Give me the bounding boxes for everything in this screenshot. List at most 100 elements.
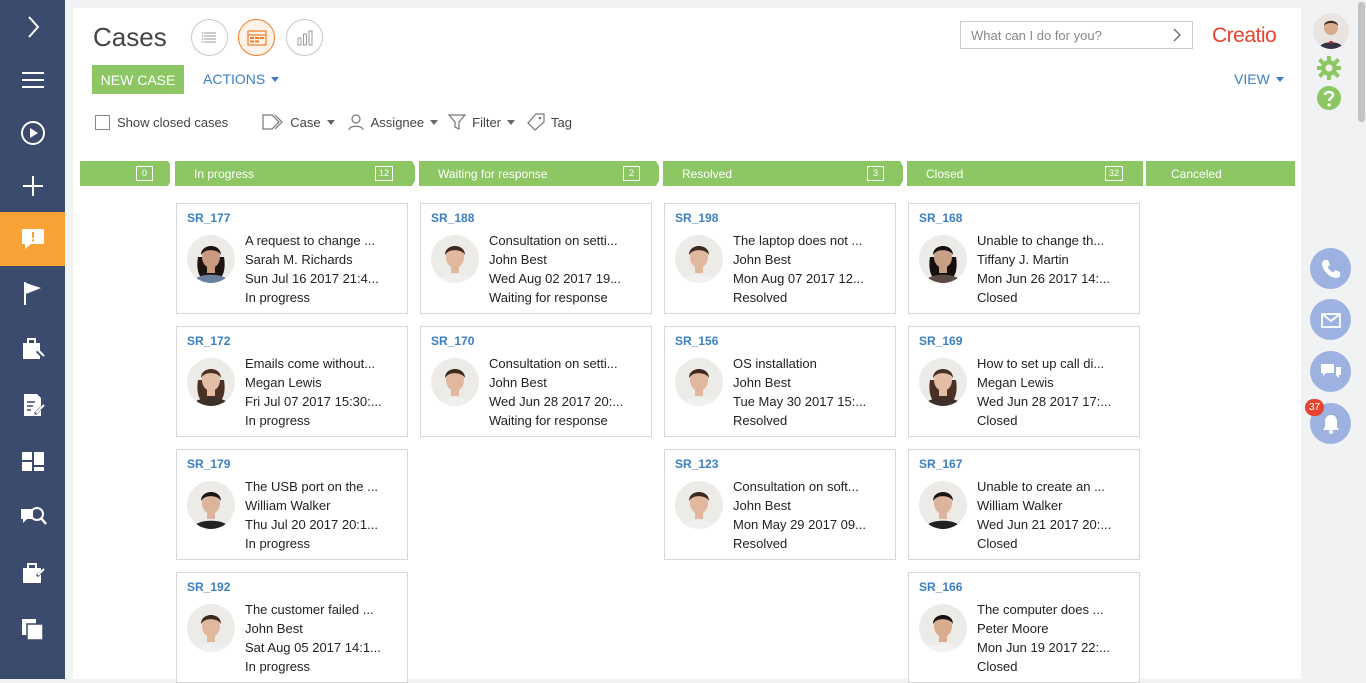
case-subject: The computer does ... xyxy=(977,602,1104,617)
analytics-view-button[interactable] xyxy=(286,19,323,56)
case-subject: The customer failed ... xyxy=(245,602,374,617)
case-card[interactable]: SR_179 The USB port on the ... William W… xyxy=(176,449,408,560)
case-card[interactable]: SR_177 A request to change ... Sarah M. … xyxy=(176,203,408,314)
show-closed-toggle[interactable]: Show closed cases xyxy=(95,114,228,130)
stage-name: Waiting for response xyxy=(438,167,548,181)
case-registration-date: Tue May 30 2017 15:... xyxy=(733,394,867,409)
case-number-link[interactable]: SR_123 xyxy=(675,457,718,471)
case-card[interactable]: SR_156 OS installation John Best Tue May… xyxy=(664,326,896,437)
view-label: VIEW xyxy=(1234,71,1270,87)
stage-new[interactable]: 0 xyxy=(80,161,170,186)
phone-button[interactable] xyxy=(1310,248,1351,289)
menu-button[interactable] xyxy=(0,53,65,107)
stage-in-progress[interactable]: In progress 12 xyxy=(175,161,415,186)
briefcase-icon xyxy=(22,563,46,583)
case-card[interactable]: SR_123 Consultation on soft... John Best… xyxy=(664,449,896,560)
notification-badge: 37 xyxy=(1305,399,1324,416)
case-card[interactable]: SR_167 Unable to create an ... William W… xyxy=(908,449,1140,560)
nav-documents[interactable] xyxy=(0,602,65,656)
user-icon xyxy=(348,114,364,131)
assignee-filter[interactable]: Assignee xyxy=(347,113,439,131)
process-button[interactable] xyxy=(0,106,65,160)
list-icon xyxy=(201,31,216,43)
list-view-button[interactable] xyxy=(191,19,228,56)
case-status: Resolved xyxy=(733,413,788,428)
email-button[interactable] xyxy=(1310,299,1351,340)
bell-icon xyxy=(1322,414,1339,434)
case-subject: Unable to change th... xyxy=(977,233,1105,248)
case-number-link[interactable]: SR_167 xyxy=(919,457,962,471)
actions-button[interactable]: ACTIONS xyxy=(203,71,280,87)
case-number-link[interactable]: SR_192 xyxy=(187,580,230,594)
chevron-right-icon[interactable] xyxy=(1171,27,1183,43)
contact-avatar xyxy=(919,235,967,283)
scrollbar-thumb[interactable] xyxy=(1358,2,1365,122)
bar-chart-icon xyxy=(297,30,312,45)
chat-button[interactable] xyxy=(1310,351,1351,392)
chevron-down-icon xyxy=(271,76,280,82)
gear-icon[interactable] xyxy=(1316,55,1342,81)
case-subject: Consultation on setti... xyxy=(489,356,618,371)
case-registration-date: Mon Jun 26 2017 14:... xyxy=(977,271,1110,286)
case-card[interactable]: SR_168 Unable to change th... Tiffany J.… xyxy=(908,203,1140,314)
case-number-link[interactable]: SR_188 xyxy=(431,211,474,225)
case-contact: John Best xyxy=(245,621,303,636)
case-card[interactable]: SR_198 The laptop does not ... John Best… xyxy=(664,203,896,314)
tag-button[interactable]: Tag xyxy=(527,113,572,131)
case-card[interactable]: SR_169 How to set up call di... Megan Le… xyxy=(908,326,1140,437)
contact-avatar xyxy=(187,604,235,652)
board-view-button[interactable] xyxy=(238,19,275,56)
case-status: Waiting for response xyxy=(489,413,608,428)
contact-avatar xyxy=(187,481,235,529)
case-contact: John Best xyxy=(733,498,791,513)
expand-nav-button[interactable] xyxy=(0,0,65,54)
case-number-link[interactable]: SR_198 xyxy=(675,211,718,225)
search-input[interactable] xyxy=(961,22,1161,48)
show-closed-checkbox[interactable] xyxy=(95,114,110,130)
case-subject: Emails come without... xyxy=(245,356,376,371)
knowledge-search-icon xyxy=(20,507,47,525)
tools-icon xyxy=(22,338,45,360)
stage-waiting-for-response[interactable]: Waiting for response 2 xyxy=(419,161,659,186)
tag-icon xyxy=(527,113,545,131)
nav-contracts[interactable] xyxy=(0,546,65,600)
nav-dashboards[interactable] xyxy=(0,434,65,488)
case-number-link[interactable]: SR_170 xyxy=(431,334,474,348)
nav-activities[interactable] xyxy=(0,266,65,320)
case-card[interactable]: SR_166 The computer does ... Peter Moore… xyxy=(908,572,1140,683)
user-avatar[interactable] xyxy=(1313,13,1349,49)
new-case-button[interactable]: NEW CASE xyxy=(92,65,184,94)
add-button[interactable] xyxy=(0,159,65,213)
case-status: Closed xyxy=(977,413,1018,428)
case-number-link[interactable]: SR_177 xyxy=(187,211,230,225)
profile-photo-icon xyxy=(1313,13,1349,49)
case-card[interactable]: SR_172 Emails come without... Megan Lewi… xyxy=(176,326,408,437)
stage-count: 0 xyxy=(136,166,153,181)
case-status: In progress xyxy=(245,413,311,428)
case-number-link[interactable]: SR_179 xyxy=(187,457,230,471)
case-card[interactable]: SR_170 Consultation on setti... John Bes… xyxy=(420,326,652,437)
help-icon[interactable] xyxy=(1316,85,1342,111)
case-filter[interactable]: Case xyxy=(262,113,335,131)
nav-knowledge-base[interactable] xyxy=(0,490,65,544)
case-card[interactable]: SR_188 Consultation on setti... John Bes… xyxy=(420,203,652,314)
case-number-link[interactable]: SR_166 xyxy=(919,580,962,594)
stage-count: 3 xyxy=(867,166,884,181)
case-number-link[interactable]: SR_168 xyxy=(919,211,962,225)
command-line[interactable] xyxy=(960,21,1193,49)
filter-button[interactable]: Filter xyxy=(448,113,516,131)
case-contact: John Best xyxy=(733,252,791,267)
view-button[interactable]: VIEW xyxy=(1234,71,1284,87)
nav-service[interactable] xyxy=(0,322,65,376)
case-contact: Tiffany J. Martin xyxy=(977,252,1069,267)
case-card[interactable]: SR_192 The customer failed ... John Best… xyxy=(176,572,408,683)
nav-cases[interactable] xyxy=(0,212,65,266)
contact-avatar xyxy=(675,481,723,529)
case-number-link[interactable]: SR_169 xyxy=(919,334,962,348)
stage-closed[interactable]: Closed 32 xyxy=(907,161,1143,186)
case-number-link[interactable]: SR_156 xyxy=(675,334,718,348)
stage-canceled[interactable]: Canceled xyxy=(1146,161,1295,186)
case-number-link[interactable]: SR_172 xyxy=(187,334,230,348)
stage-resolved[interactable]: Resolved 3 xyxy=(663,161,903,186)
nav-orders[interactable] xyxy=(0,378,65,432)
